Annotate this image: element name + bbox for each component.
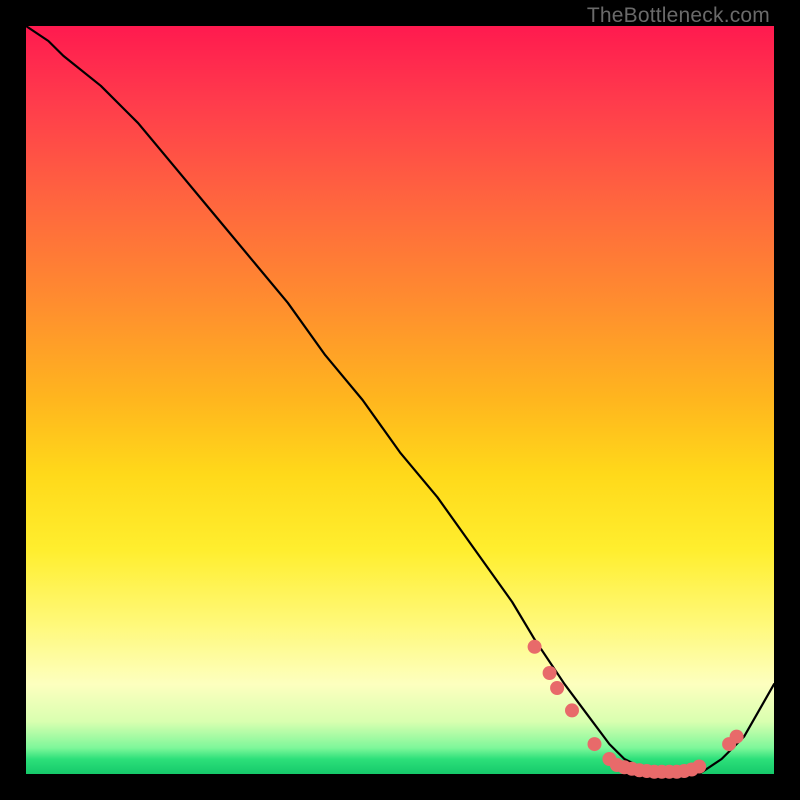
chart-stage: TheBottleneck.com [0, 0, 800, 800]
highlight-dot [730, 730, 744, 744]
highlight-dots [528, 640, 744, 779]
highlight-dot [543, 666, 557, 680]
attribution-label: TheBottleneck.com [587, 4, 770, 28]
highlight-dot [588, 737, 602, 751]
highlight-dot [692, 760, 706, 774]
curve-layer [26, 26, 774, 774]
plot-area [26, 26, 774, 774]
highlight-dot [565, 703, 579, 717]
highlight-dot [550, 681, 564, 695]
highlight-dot [528, 640, 542, 654]
bottleneck-curve [26, 26, 774, 774]
